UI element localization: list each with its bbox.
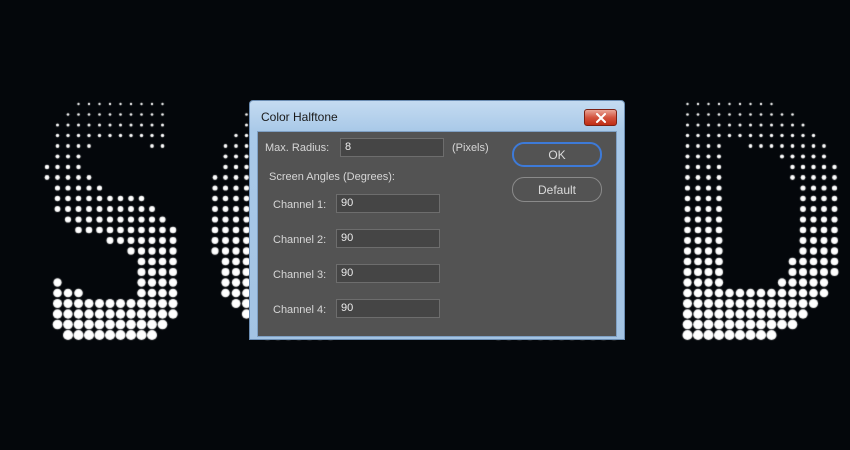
default-button[interactable]: Default [512,177,602,202]
color-halftone-dialog: Color Halftone Max. Radius: 8 (Pixels) S… [249,100,625,340]
channel-2-label: Channel 2: [273,234,327,246]
channel-4-label: Channel 4: [273,304,327,316]
channel-1-label: Channel 1: [273,199,327,211]
channel-3-input[interactable]: 90 [336,264,440,283]
channel-4-input[interactable]: 90 [336,299,440,318]
close-button[interactable] [584,109,617,126]
max-radius-unit: (Pixels) [452,142,489,154]
close-icon [595,112,606,123]
max-radius-input[interactable]: 8 [340,138,444,157]
screen-angles-label: Screen Angles (Degrees): [269,171,395,183]
ok-button[interactable]: OK [512,142,602,167]
channel-1-input[interactable]: 90 [336,194,440,213]
dialog-titlebar[interactable]: Color Halftone [250,101,624,132]
channel-3-label: Channel 3: [273,269,327,281]
channel-2-input[interactable]: 90 [336,229,440,248]
dialog-title: Color Halftone [261,110,338,124]
dialog-body: Max. Radius: 8 (Pixels) Screen Angles (D… [257,131,617,337]
max-radius-label: Max. Radius: [265,142,330,154]
